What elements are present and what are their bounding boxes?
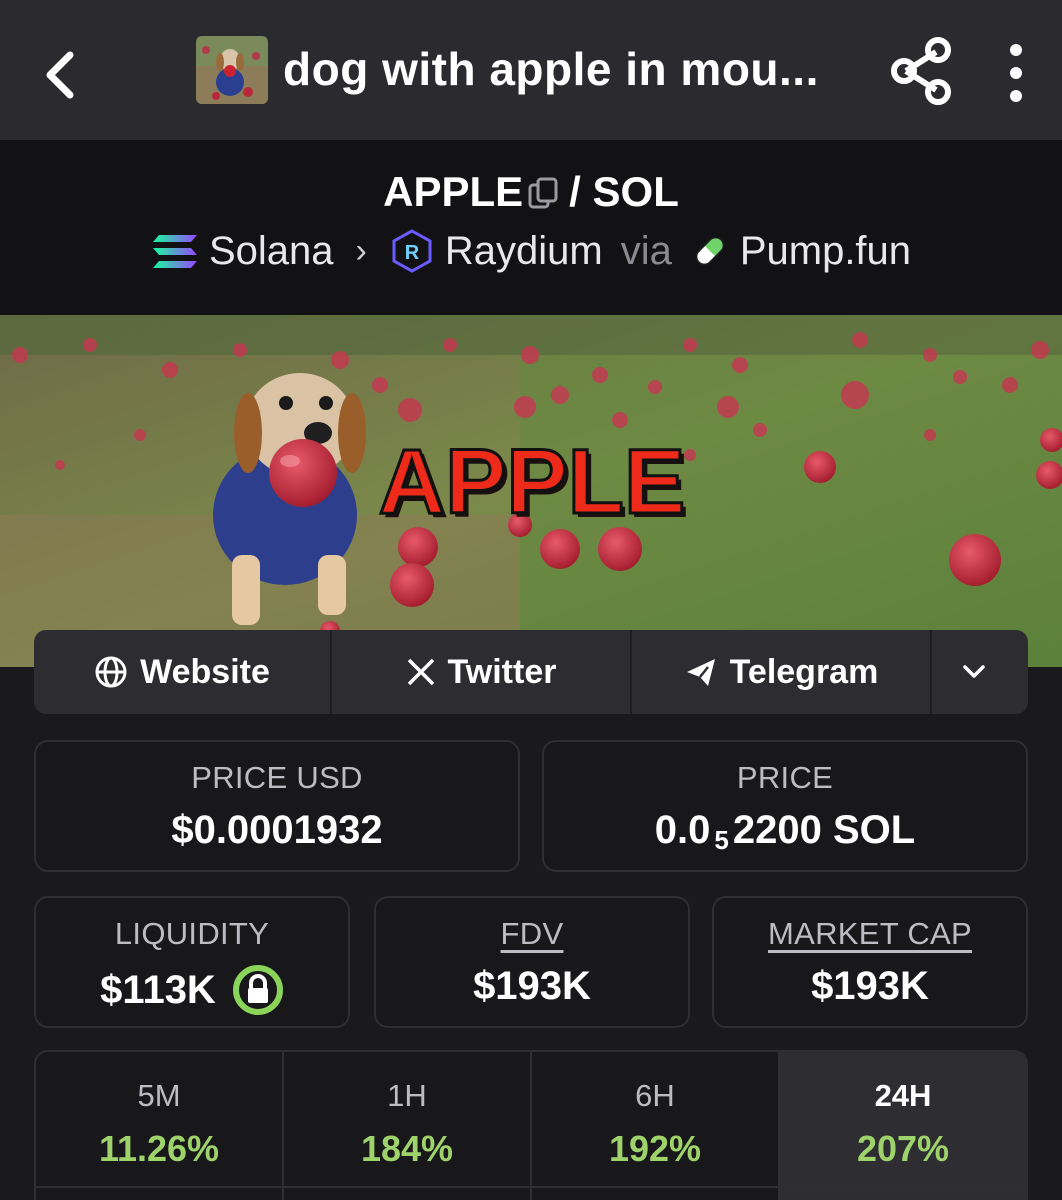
chain-breadcrumb: Solana › R Raydium via Pump.fun bbox=[0, 228, 1062, 274]
fdv-label[interactable]: FDV bbox=[376, 916, 688, 952]
tab-5m[interactable]: 5M 11.26% bbox=[36, 1052, 284, 1200]
launchpad-name[interactable]: Pump.fun bbox=[740, 229, 911, 274]
fdv-card: FDV $193K bbox=[374, 896, 690, 1028]
liquidity-label: LIQUIDITY bbox=[114, 916, 270, 951]
price-sol-zero-count: 5 bbox=[714, 825, 729, 855]
price-usd-label: PRICE USD bbox=[191, 760, 363, 795]
timeframe-change: 11.26% bbox=[98, 1128, 220, 1169]
telegram-icon bbox=[686, 659, 715, 686]
timeframe-change: 192% bbox=[608, 1128, 702, 1169]
timeframe-change: 184% bbox=[360, 1128, 454, 1169]
chevron-down-icon bbox=[963, 665, 985, 678]
tab-1h[interactable]: 1H 184% bbox=[284, 1052, 532, 1200]
twitter-link[interactable]: Twitter bbox=[332, 630, 632, 714]
chevron-right-icon: › bbox=[355, 231, 367, 270]
globe-icon bbox=[95, 656, 127, 688]
lock-icon[interactable] bbox=[232, 964, 284, 1016]
back-arrow-icon[interactable] bbox=[30, 40, 90, 110]
top-app-bar: dog with apple in mou... bbox=[0, 0, 1062, 140]
divider bbox=[36, 1186, 1026, 1188]
token-avatar bbox=[196, 36, 268, 104]
base-token-symbol: APPLE bbox=[383, 168, 524, 215]
timeframe-label: 1H bbox=[387, 1078, 427, 1113]
social-links-bar: Website Twitter Telegram bbox=[34, 630, 1028, 714]
telegram-link[interactable]: Telegram bbox=[632, 630, 932, 714]
dex-name[interactable]: Raydium bbox=[445, 229, 603, 274]
raydium-icon: R bbox=[392, 229, 432, 273]
price-sol-prefix: 0.0 bbox=[654, 808, 711, 852]
price-sol-label: PRICE bbox=[736, 760, 834, 795]
banner-title: APPLE bbox=[379, 431, 686, 533]
market-cap-value: $193K bbox=[811, 964, 929, 1008]
share-icon[interactable] bbox=[890, 36, 954, 106]
quote-token: / SOL bbox=[569, 168, 679, 215]
tab-6h[interactable]: 6H 192% bbox=[532, 1052, 780, 1200]
telegram-label: Telegram bbox=[729, 652, 879, 691]
timeframe-label: 6H bbox=[635, 1078, 675, 1113]
timeframe-label: 24H bbox=[874, 1078, 932, 1113]
pair-name: APPLE / SOL bbox=[0, 168, 1062, 220]
price-usd-card: PRICE USD $0.0001932 bbox=[34, 740, 520, 872]
price-sol-suffix: 2200 SOL bbox=[732, 808, 916, 852]
liquidity-value-row: $113K bbox=[36, 964, 348, 1016]
timeframe-tabs: 5M 11.26% 1H 184% 6H 192% 24H 207% bbox=[34, 1050, 1028, 1200]
liquidity-card: LIQUIDITY $113K bbox=[34, 896, 350, 1028]
x-logo-icon bbox=[407, 658, 434, 686]
tab-24h[interactable]: 24H 207% bbox=[780, 1052, 1026, 1200]
liquidity-value: $113K bbox=[100, 967, 216, 1012]
pill-icon bbox=[695, 236, 725, 266]
page-title: dog with apple in mou... bbox=[283, 43, 819, 95]
website-link[interactable]: Website bbox=[34, 630, 332, 714]
timeframe-label: 5M bbox=[137, 1078, 181, 1113]
market-cap-label[interactable]: MARKET CAP bbox=[714, 916, 1026, 952]
fdv-value: $193K bbox=[473, 964, 591, 1008]
svg-text:R: R bbox=[405, 242, 420, 264]
market-cap-card: MARKET CAP $193K bbox=[712, 896, 1028, 1028]
solana-icon bbox=[152, 235, 197, 268]
price-sol-card: PRICE 0.0 5 2200 SOL bbox=[542, 740, 1028, 872]
copy-icon[interactable] bbox=[527, 172, 561, 220]
price-usd-value: $0.0001932 bbox=[171, 808, 383, 852]
more-vertical-icon[interactable] bbox=[998, 40, 1034, 106]
chain-name[interactable]: Solana bbox=[209, 229, 334, 274]
twitter-label: Twitter bbox=[447, 652, 557, 691]
timeframe-change: 207% bbox=[856, 1128, 950, 1169]
via-label: via bbox=[620, 228, 672, 273]
price-sol-value: 0.0 5 2200 SOL bbox=[544, 808, 1026, 855]
more-links-dropdown[interactable] bbox=[932, 630, 1028, 714]
website-label: Website bbox=[140, 652, 270, 691]
token-banner-image: APPLE APPLE bbox=[0, 315, 1062, 667]
